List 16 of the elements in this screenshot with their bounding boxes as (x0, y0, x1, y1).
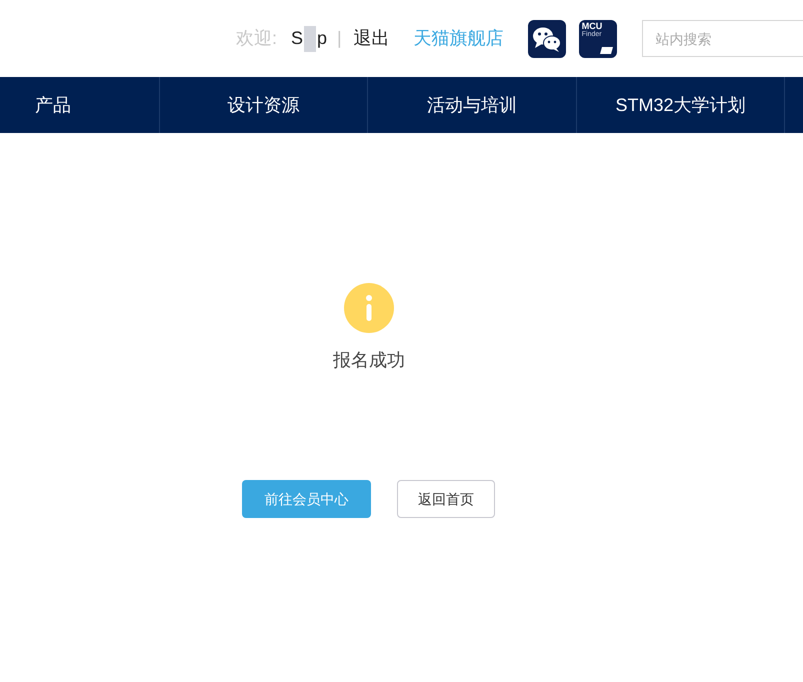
nav-item[interactable]: 产品 (0, 77, 160, 133)
nav-item[interactable]: STM32大学计划 (577, 77, 785, 133)
home-button[interactable]: 返回首页 (397, 480, 495, 518)
redaction-block (304, 26, 316, 52)
nav-item[interactable]: 设计资源 (160, 77, 368, 133)
username-text: S (291, 27, 304, 50)
username-text: p (317, 27, 328, 50)
status-message: 报名成功 (333, 349, 405, 372)
chat-bubbles-icon[interactable] (528, 20, 566, 58)
logout-link[interactable]: 退出 (354, 25, 390, 52)
app-icon-text: MCU (582, 22, 604, 30)
nav-item[interactable]: 活动与培训 (368, 77, 577, 133)
separator-text: | (337, 27, 342, 50)
search-field[interactable]: 站内搜索 (642, 20, 803, 57)
logo-icon (600, 46, 613, 54)
info-icon (344, 283, 394, 333)
